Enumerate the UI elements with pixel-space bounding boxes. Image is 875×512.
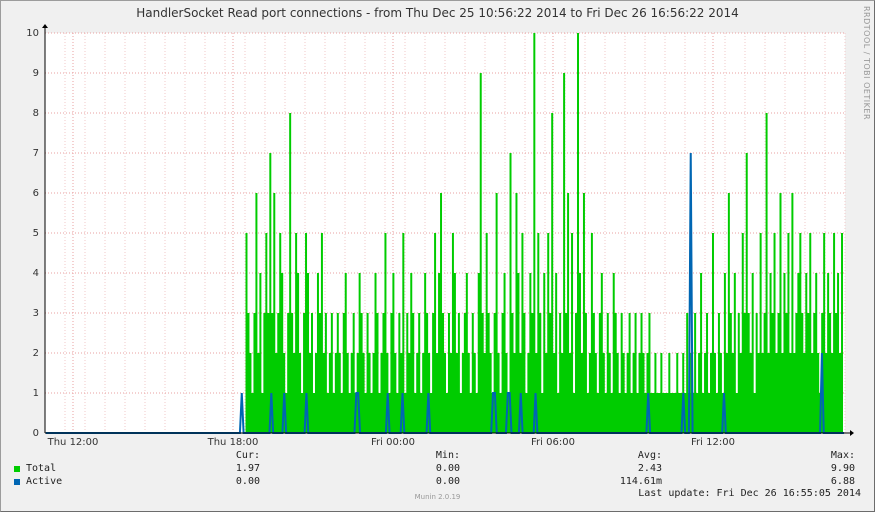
legend-active-avg: 114.61m [619,476,662,487]
x-tick-label: Fri 00:00 [371,437,415,448]
y-tick-label: 8 [33,108,39,119]
legend-header-min: Min: [435,450,460,461]
legend-active-max: 6.88 [830,476,855,487]
y-axis-arrow [42,24,48,28]
legend-active-cur: 0.00 [235,476,260,487]
y-tick-label: 2 [33,348,39,359]
y-tick-label: 4 [33,268,39,279]
y-tick-label: 10 [26,28,39,39]
legend-total-cur: 1.97 [235,463,260,474]
munin-footer: Munin 2.0.19 [414,493,461,501]
legend-header-cur: Cur: [235,450,260,461]
y-tick-label: 3 [33,308,39,319]
x-tick-label: Fri 12:00 [691,437,735,448]
x-tick-label: Thu 18:00 [207,437,259,448]
y-tick-label: 1 [33,388,39,399]
legend-header-max: Max: [830,450,855,461]
legend-total-min: 0.00 [435,463,460,474]
legend-header-avg: Avg: [637,450,662,461]
legend-swatch-total [14,466,20,472]
x-axis-arrow [850,430,854,436]
legend-label-total: Total [26,463,57,474]
x-tick-label: Fri 06:00 [531,437,575,448]
legend-active-min: 0.00 [435,476,460,487]
legend-swatch-active [14,479,20,485]
plot-area: 0 1 2 3 4 5 6 7 8 9 10 Thu 12:00 Thu 18:00 Fri 00:00 F… [26,24,854,448]
x-tick-label: Thu 12:00 [47,437,99,448]
y-tick-label: 9 [33,68,39,79]
legend-total-max: 9.90 [830,463,855,474]
y-tick-label: 5 [33,228,39,239]
legend-label-active: Active [26,476,63,487]
y-tick-label: 7 [33,148,39,159]
legend-total-avg: 2.43 [637,463,662,474]
y-tick-label: 0 [33,428,39,439]
y-tick-label: 6 [33,188,39,199]
